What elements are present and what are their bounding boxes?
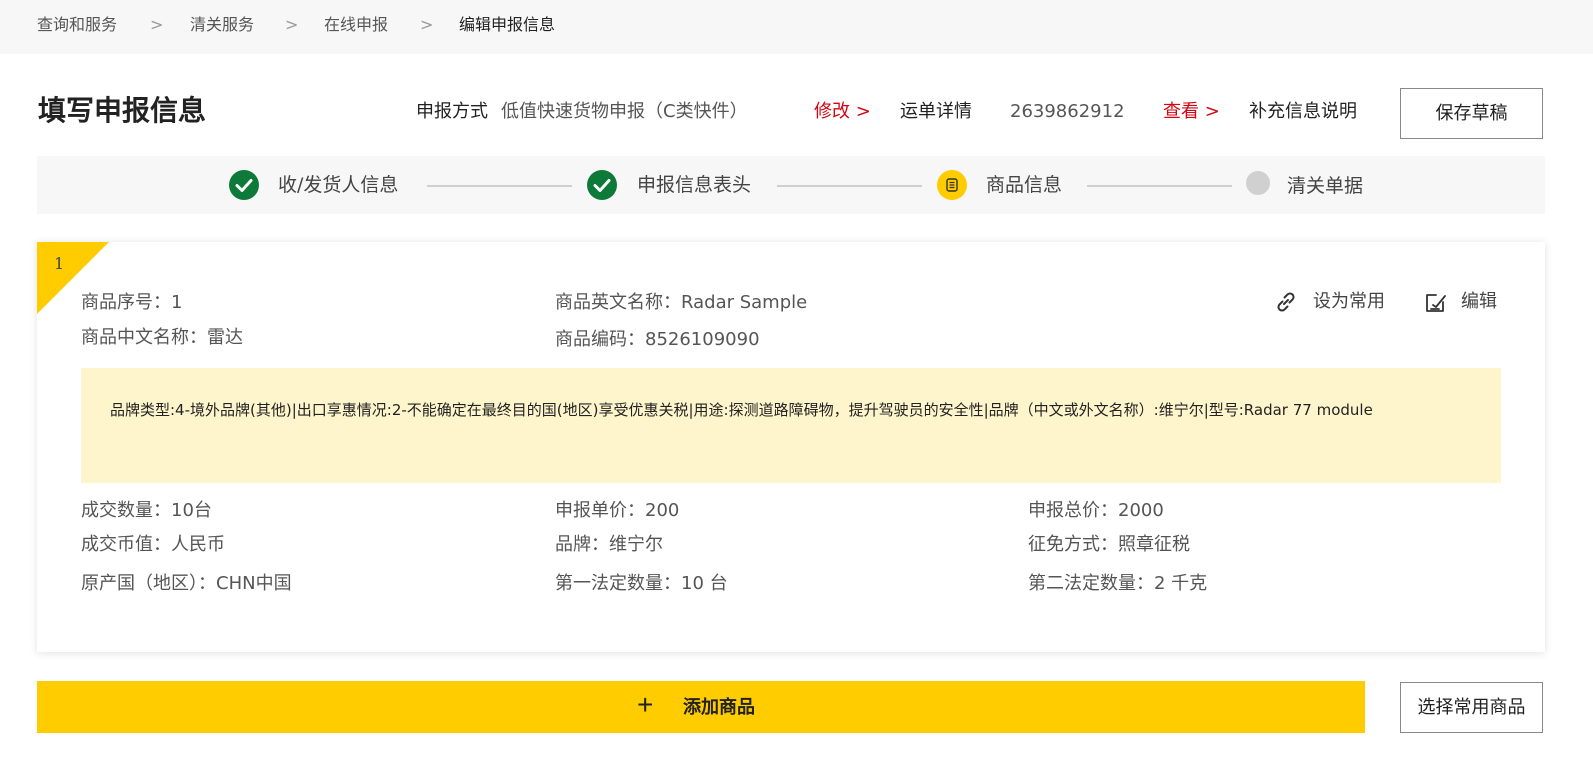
step-connector: [1087, 185, 1232, 187]
select-common-products-button[interactable]: 选择常用商品: [1400, 682, 1543, 733]
field-total-price: 申报总价：2000: [1028, 500, 1164, 521]
waybill-number: 2639862912: [1010, 101, 1125, 122]
field-unit-price: 申报单价：200: [555, 500, 680, 521]
field-second-legal-quantity: 第二法定数量：2 千克: [1028, 573, 1208, 594]
breadcrumb-item-edit-declaration: 编辑申报信息: [459, 15, 556, 34]
product-card: 1 商品序号：1 商品英文名称：Radar Sample 商品中文名称：雷达 商…: [37, 242, 1545, 652]
view-waybill-link[interactable]: 查看 >: [1163, 100, 1220, 124]
item-description: 品牌类型:4-境外品牌(其他)|出口享惠情况:2-不能确定在最终目的国(地区)享…: [110, 401, 1373, 419]
breadcrumb-item-customs-services[interactable]: 清关服务: [190, 15, 254, 35]
step-connector: [427, 185, 572, 187]
field-origin-country: 原产国（地区）：CHN中国: [81, 573, 292, 594]
field-brand: 品牌：维宁尔: [555, 534, 663, 555]
progress-stepper: 收/发货人信息 申报信息表头 商品信息 清关单据: [37, 156, 1545, 214]
step-done-check-icon: [229, 170, 259, 200]
step-goods-info[interactable]: 商品信息: [986, 173, 1062, 197]
field-levy-method: 征免方式：照章征税: [1028, 534, 1190, 555]
item-hs-code: 商品编码：8526109090: [555, 329, 760, 350]
step-connector: [777, 185, 922, 187]
declaration-method-label: 申报方式: [416, 101, 488, 122]
breadcrumb-separator: >: [285, 15, 299, 34]
edit-icon[interactable]: [1423, 290, 1449, 316]
item-name-en: 商品英文名称：Radar Sample: [555, 292, 808, 313]
breadcrumb-item-query-services[interactable]: 查询和服务: [37, 15, 117, 35]
step-done-check-icon: [587, 170, 617, 200]
step-customs-documents[interactable]: 清关单据: [1287, 174, 1363, 198]
step-active-document-icon: [937, 170, 967, 200]
link-icon[interactable]: [1273, 289, 1299, 315]
step-pending-circle-icon: [1246, 171, 1270, 195]
item-name-cn: 商品中文名称：雷达: [81, 327, 243, 348]
breadcrumb-item-online-declaration[interactable]: 在线申报: [324, 15, 388, 35]
field-first-legal-quantity: 第一法定数量：10 台: [555, 573, 728, 594]
add-product-label: 添加商品: [683, 697, 755, 717]
breadcrumb-separator: >: [150, 15, 164, 34]
breadcrumb-separator: >: [420, 15, 434, 34]
step-declaration-header[interactable]: 申报信息表头: [637, 173, 751, 197]
field-currency: 成交币值：人民币: [81, 534, 225, 555]
add-product-button[interactable]: + 添加商品: [37, 681, 1365, 733]
item-seq: 商品序号：1: [81, 292, 183, 313]
waybill-details-label: 运单详情: [900, 101, 972, 122]
set-common-button[interactable]: 设为常用: [1313, 290, 1385, 314]
page-title: 填写申报信息: [38, 94, 207, 127]
plus-icon: +: [637, 689, 654, 720]
step-shipper-consignee[interactable]: 收/发货人信息: [278, 173, 398, 197]
field-deal-quantity: 成交数量：10台: [81, 500, 212, 521]
item-description-box: 品牌类型:4-境外品牌(其他)|出口享惠情况:2-不能确定在最终目的国(地区)享…: [81, 368, 1501, 483]
declaration-method-value: 低值快速货物申报（C类快件）: [501, 101, 748, 122]
edit-button[interactable]: 编辑: [1461, 290, 1497, 314]
supplement-info-link[interactable]: 补充信息说明: [1249, 100, 1357, 124]
save-draft-button[interactable]: 保存草稿: [1400, 88, 1543, 139]
breadcrumb: 查询和服务 > 清关服务 > 在线申报 > 编辑申报信息: [0, 0, 1593, 54]
modify-method-link[interactable]: 修改 >: [814, 100, 871, 124]
item-index: 1: [54, 254, 65, 273]
